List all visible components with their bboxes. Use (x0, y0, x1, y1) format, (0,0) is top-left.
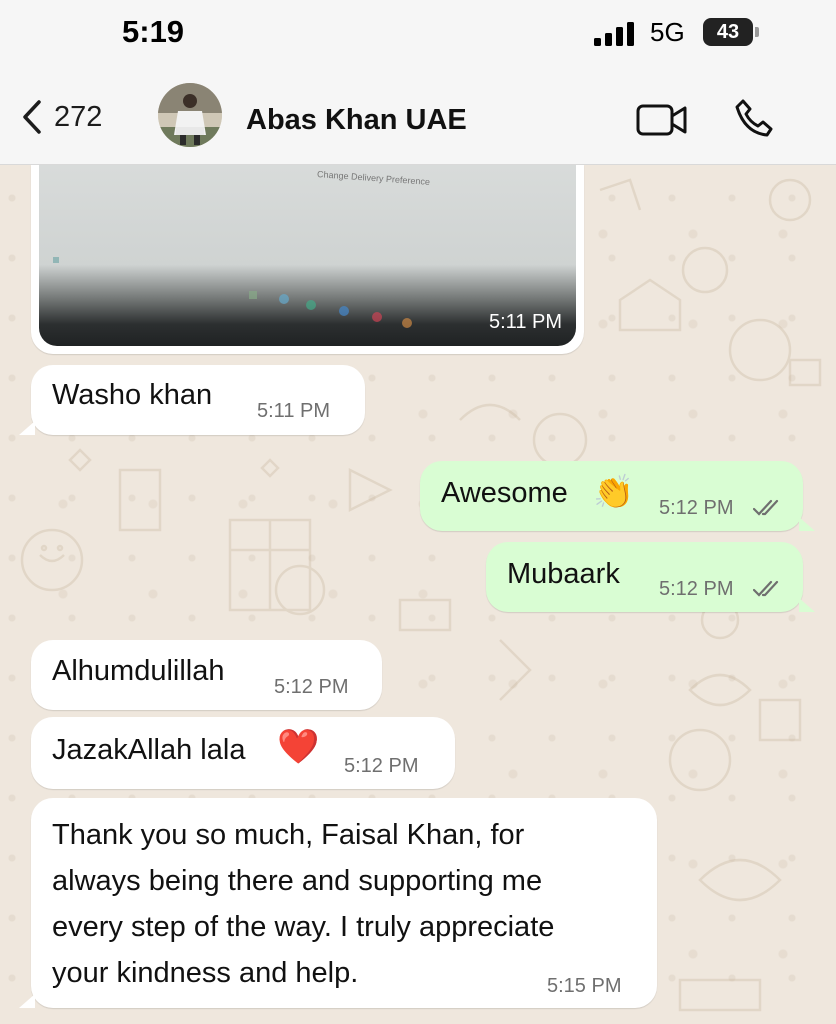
contact-name[interactable]: Abas Khan UAE (246, 104, 467, 137)
avatar-photo (158, 83, 222, 147)
message-time: 5:11 PM (257, 400, 330, 422)
chevron-left-icon (23, 100, 41, 134)
image-message[interactable]: Change Delivery Preference 5:11 PM (31, 165, 584, 354)
message-text: Mubaark (507, 558, 620, 590)
incoming-message[interactable]: JazakAllah lala ❤️ 5:12 PM (31, 717, 455, 789)
message-text: JazakAllah lala (52, 734, 246, 766)
voice-call-button[interactable] (733, 98, 775, 145)
signal-strength-icon (594, 22, 634, 46)
incoming-message[interactable]: Washo khan 5:11 PM (19, 365, 365, 435)
clapping-hands-emoji: 👏 (593, 473, 635, 510)
status-time: 5:19 (122, 14, 185, 49)
double-check-icon (753, 580, 779, 597)
bubble-tail (19, 994, 35, 1008)
bubble-tail (19, 421, 35, 435)
bubble-tail (799, 517, 815, 531)
message-time: 5:15 PM (547, 975, 622, 997)
message-text: Awesome (441, 477, 568, 509)
image-thumbnail[interactable]: Change Delivery Preference 5:11 PM (39, 165, 576, 346)
red-heart-emoji: ❤️ (277, 728, 320, 766)
message-line: your kindness and help. (52, 957, 359, 989)
outgoing-message[interactable]: Awesome 👏 5:12 PM (420, 461, 815, 531)
video-call-button[interactable] (636, 104, 688, 141)
incoming-message[interactable]: Thank you so much, Faisal Khan, for alwa… (19, 798, 657, 1008)
message-text: Alhumdulillah (52, 655, 225, 687)
battery-icon: 43 (703, 18, 753, 46)
message-time: 5:12 PM (659, 497, 734, 519)
message-line: every step of the way. I truly appreciat… (52, 911, 555, 943)
video-call-icon (636, 104, 687, 136)
chat-header: 272 Abas Khan UAE (0, 66, 836, 165)
phone-icon (735, 99, 773, 137)
message-line: Thank you so much, Faisal Khan, for (52, 819, 525, 851)
battery-level: 43 (716, 21, 740, 43)
battery-nub (755, 27, 759, 37)
message-line: always being there and supporting me (52, 865, 543, 897)
avatar[interactable] (158, 83, 222, 147)
status-bar: 5:19 5G 43 (0, 0, 836, 66)
unread-count: 272 (54, 100, 103, 133)
network-type: 5G (650, 17, 685, 47)
message-time: 5:12 PM (659, 578, 734, 600)
double-check-icon (753, 499, 779, 516)
message-time: 5:12 PM (344, 755, 419, 777)
bubble-tail (799, 598, 815, 612)
back-button[interactable]: 272 (22, 100, 102, 134)
message-time: 5:12 PM (274, 676, 349, 698)
outgoing-message[interactable]: Mubaark 5:12 PM (486, 542, 815, 612)
message-text: Washo khan (52, 379, 213, 411)
incoming-message[interactable]: Alhumdulillah 5:12 PM (31, 640, 382, 710)
message-time: 5:11 PM (489, 311, 562, 333)
message-text: Thank you so much, Faisal Khan, for alwa… (52, 812, 554, 996)
